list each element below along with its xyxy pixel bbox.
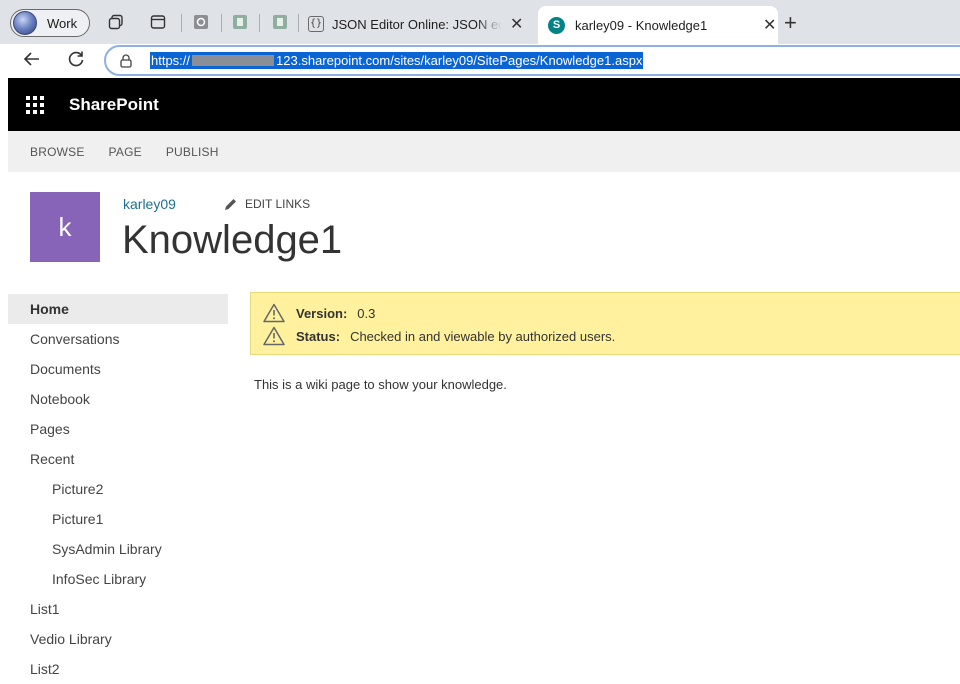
ribbon-tab-publish[interactable]: PUBLISH: [166, 145, 219, 159]
edit-links-label: EDIT LINKS: [245, 197, 311, 211]
warning-icon: [263, 326, 285, 346]
nav-item-conversations[interactable]: Conversations: [8, 324, 228, 354]
nav-item-notebook[interactable]: Notebook: [8, 384, 228, 414]
nav-item-list1[interactable]: List1: [8, 594, 228, 624]
browser-tab-strip: Work {} JSON Editor Online: JSON editor,…: [0, 0, 960, 44]
url-redacted-segment: [192, 55, 275, 66]
nav-item-home[interactable]: Home: [8, 294, 228, 324]
site-logo[interactable]: k: [30, 192, 100, 262]
nav-item-picture1[interactable]: Picture1: [8, 504, 228, 534]
pinned-tab-bookmark-icon[interactable]: [271, 13, 289, 31]
refresh-icon[interactable]: [66, 49, 86, 75]
nav-item-vedio-library[interactable]: Vedio Library: [8, 624, 228, 654]
close-icon[interactable]: ✕: [510, 14, 523, 34]
site-name-link[interactable]: karley09: [123, 196, 176, 212]
warning-icon: [263, 303, 285, 323]
close-icon[interactable]: ✕: [763, 15, 776, 35]
url-prefix: https://: [151, 53, 191, 68]
status-row: Status: Checked in and viewable by autho…: [263, 326, 615, 346]
status-label: Status:: [296, 328, 341, 344]
nav-item-recent[interactable]: Recent: [8, 444, 228, 474]
lock-icon[interactable]: [120, 53, 134, 68]
profile-button[interactable]: Work: [10, 9, 90, 37]
nav-item-picture2[interactable]: Picture2: [8, 474, 228, 504]
workspaces-icon[interactable]: [107, 13, 125, 31]
version-value: 0.3: [357, 305, 376, 321]
new-tab-plus-icon[interactable]: +: [784, 10, 797, 36]
url-suffix: 123.sharepoint.com/sites/karley09/SitePa…: [276, 53, 643, 68]
quick-launch: Home Conversations Documents Notebook Pages R…: [8, 294, 228, 684]
tab-sharepoint[interactable]: S karley09 - Knowledge1 ✕: [538, 6, 778, 44]
tab-title: JSON Editor Online: JSON editor, JSON fo…: [332, 16, 502, 32]
nav-item-sysadmin-library[interactable]: SysAdmin Library: [8, 534, 228, 564]
version-row: Version: 0.3: [263, 303, 375, 323]
profile-avatar: [13, 11, 37, 35]
tab-title: karley09 - Knowledge1: [575, 17, 708, 33]
ribbon: BROWSE PAGE PUBLISH: [8, 131, 960, 172]
tab-json-editor[interactable]: {} JSON Editor Online: JSON editor, JSON…: [300, 8, 534, 40]
tab-actions-icon[interactable]: [149, 13, 167, 31]
version-label: Version:: [296, 305, 348, 321]
tab-divider: [221, 14, 222, 32]
tab-divider: [298, 14, 299, 32]
tab-divider: [259, 14, 260, 32]
pinned-tab-bookmark-icon[interactable]: [231, 13, 249, 31]
brand-title[interactable]: SharePoint: [69, 95, 159, 115]
back-arrow-icon[interactable]: [22, 49, 42, 75]
nav-item-documents[interactable]: Documents: [8, 354, 228, 384]
page-title: Knowledge1: [122, 218, 343, 262]
nav-item-list2[interactable]: List2: [8, 654, 228, 684]
url-text[interactable]: https:// 123.sharepoint.com/sites/karley0…: [150, 52, 644, 69]
pinned-tab-gear-icon[interactable]: [192, 13, 210, 31]
nav-item-infosec-library[interactable]: InfoSec Library: [8, 564, 228, 594]
edit-links-button[interactable]: EDIT LINKS: [224, 197, 310, 211]
sharepoint-icon: S: [548, 16, 565, 34]
pencil-icon: [224, 198, 237, 211]
status-value: Checked in and viewable by authorized us…: [350, 328, 616, 344]
page-body-text: This is a wiki page to show your knowled…: [254, 377, 507, 392]
status-banner: Version: 0.3 Status: Checked in and view…: [250, 292, 960, 355]
suite-bar: SharePoint: [8, 78, 960, 131]
tab-divider: [181, 14, 182, 32]
ribbon-tab-browse[interactable]: BROWSE: [30, 145, 85, 159]
nav-item-pages[interactable]: Pages: [8, 414, 228, 444]
braces-icon: {}: [308, 16, 324, 32]
browser-toolbar: https:// 123.sharepoint.com/sites/karley0…: [0, 44, 960, 78]
ribbon-tab-page[interactable]: PAGE: [109, 145, 142, 159]
app-launcher-waffle-icon[interactable]: [26, 95, 44, 114]
address-bar[interactable]: https:// 123.sharepoint.com/sites/karley0…: [104, 45, 960, 76]
profile-label: Work: [47, 15, 78, 31]
